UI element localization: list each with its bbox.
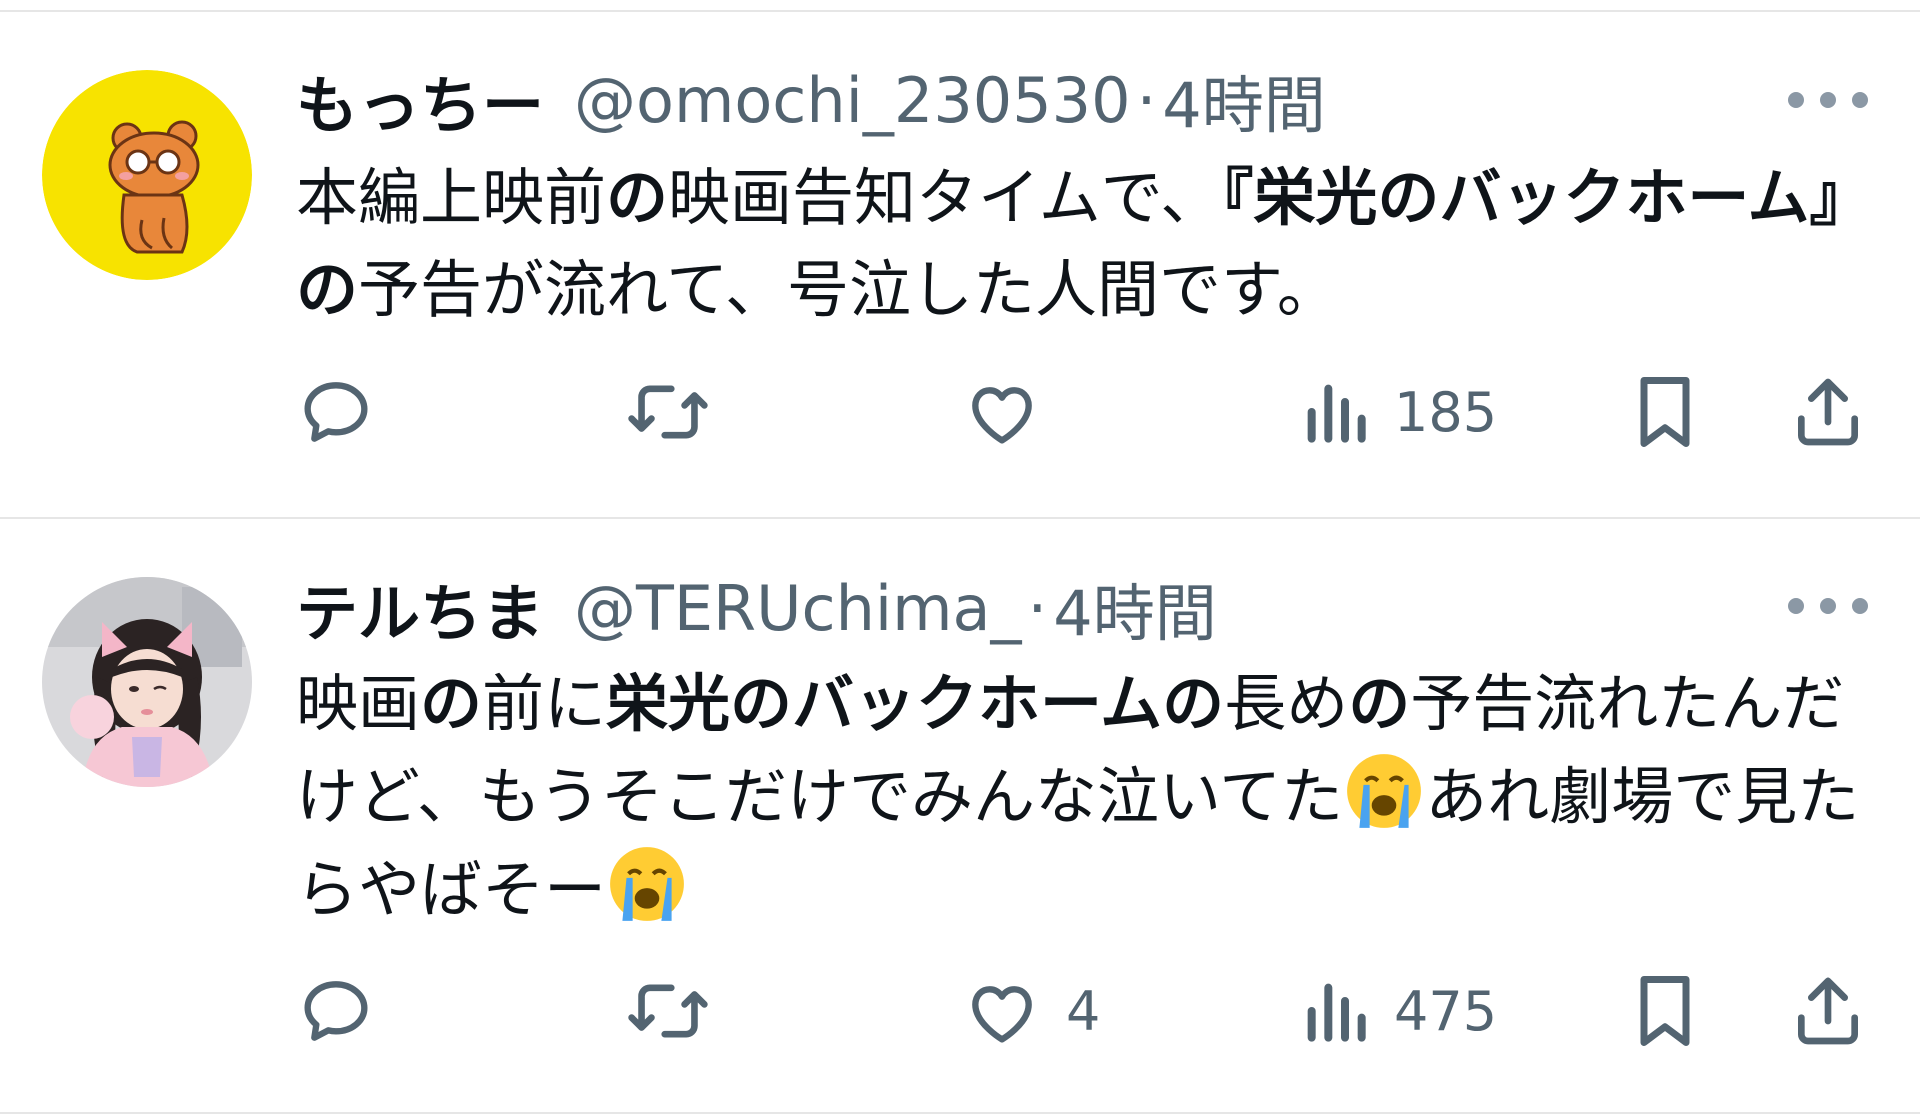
crying-face-icon: [610, 847, 684, 921]
reply-button[interactable]: [296, 966, 400, 1056]
action-bar: 4 475: [0, 966, 1920, 1056]
bookmark-icon: [1640, 377, 1690, 447]
timestamp[interactable]: 4時間: [1053, 563, 1216, 653]
text-part: の: [420, 667, 483, 740]
text-part: 前に: [482, 667, 607, 740]
girl-photo-avatar: [42, 577, 252, 787]
views-icon: [1307, 983, 1366, 1042]
more-icon[interactable]: [1788, 586, 1868, 626]
separator-dot: ·: [1136, 63, 1157, 137]
retweet-button[interactable]: [625, 367, 735, 457]
retweet-icon: [628, 385, 708, 439]
avatar[interactable]: [42, 577, 252, 787]
share-button[interactable]: [1788, 966, 1868, 1056]
crying-face-icon: [1347, 754, 1422, 828]
reply-button[interactable]: [296, 367, 400, 457]
display-name[interactable]: もっちー: [296, 55, 544, 145]
text-part: 本編上映前: [296, 161, 607, 234]
user-handle[interactable]: @omochi_230530: [574, 64, 1131, 137]
text-part: 映画告知タイムで、: [668, 161, 1223, 234]
heart-icon: [972, 986, 1032, 1043]
bookmark-icon: [1640, 976, 1690, 1046]
bookmark-button[interactable]: [1630, 367, 1700, 457]
display-name[interactable]: テルちま: [296, 563, 544, 653]
views-count: 185: [1394, 380, 1498, 444]
action-bar: 185: [0, 367, 1920, 457]
more-icon[interactable]: [1788, 80, 1868, 120]
share-icon: [1798, 977, 1858, 1045]
text-part: の: [606, 161, 669, 234]
user-handle[interactable]: @TERUchima_: [574, 572, 1022, 645]
views-button[interactable]: 185: [1300, 367, 1497, 457]
separator-dot: ·: [1027, 571, 1048, 645]
text-part: の: [1348, 667, 1411, 740]
like-count: 4: [1066, 979, 1101, 1043]
tweet-divider: [0, 517, 1920, 519]
bottom-divider: [0, 1112, 1920, 1114]
reply-icon: [304, 981, 368, 1041]
text-part: 栄光のバックホームの: [606, 667, 1225, 740]
tweet-header: テルちま @TERUchima_ · 4時間: [296, 563, 1217, 653]
views-count: 475: [1394, 979, 1498, 1043]
views-button[interactable]: 475: [1300, 966, 1497, 1056]
share-icon: [1798, 378, 1858, 446]
timestamp[interactable]: 4時間: [1162, 55, 1325, 145]
tweet-header: もっちー @omochi_230530 · 4時間: [296, 55, 1326, 145]
tweet-text: 映画の前に栄光のバックホームの長めの予告流れたんだけど、もうそこだけでみんな泣い…: [296, 658, 1876, 936]
text-part: 長め: [1224, 667, 1349, 740]
text-part: 予告が流れて、号泣した人間です。: [358, 253, 1339, 326]
text-part: 映画: [296, 667, 421, 740]
top-divider: [0, 10, 1920, 12]
like-button[interactable]: [962, 367, 1066, 457]
heart-icon: [972, 387, 1032, 444]
views-icon: [1307, 384, 1366, 443]
bookmark-button[interactable]: [1630, 966, 1700, 1056]
avatar[interactable]: [42, 70, 252, 280]
retweet-icon: [628, 984, 708, 1038]
like-button[interactable]: 4: [962, 966, 1100, 1056]
tweet-text: 本編上映前の映画告知タイムで、『栄光のバックホーム』の予告が流れて、号泣した人間…: [296, 152, 1876, 336]
retweet-button[interactable]: [625, 966, 735, 1056]
share-button[interactable]: [1788, 367, 1868, 457]
reply-icon: [304, 382, 368, 442]
bear-avatar-icon: [42, 70, 252, 280]
